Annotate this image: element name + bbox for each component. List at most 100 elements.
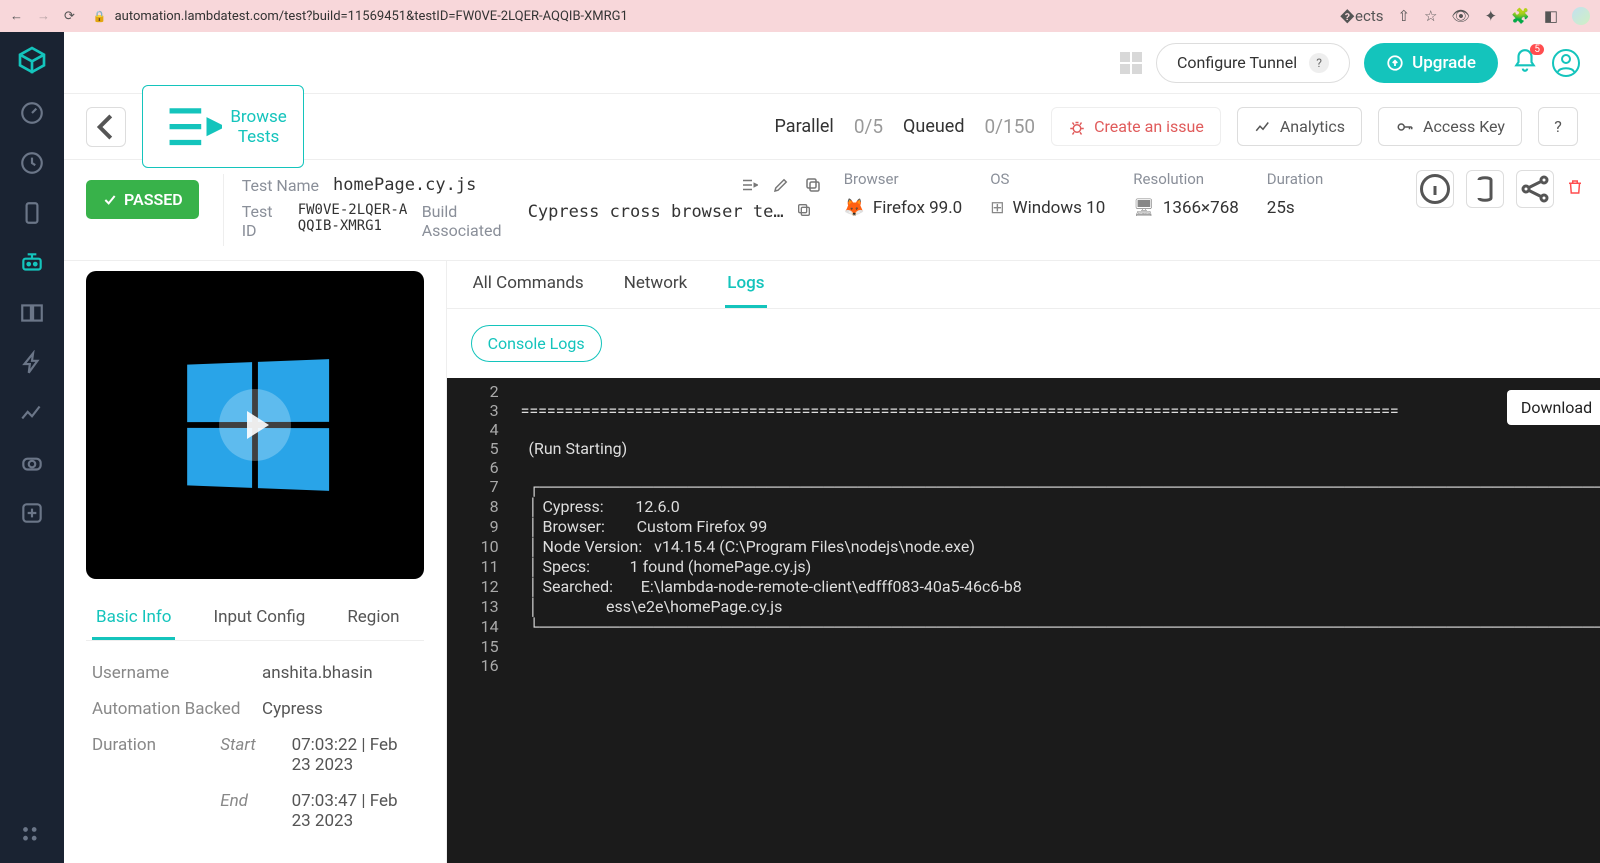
upgrade-label: Upgrade — [1412, 53, 1476, 73]
star-icon[interactable]: ☆ — [1424, 7, 1437, 25]
help-label: ? — [1554, 117, 1562, 136]
copy-build-icon[interactable] — [796, 202, 812, 222]
test-name-label: Test Name — [242, 176, 319, 195]
side-nav — [0, 32, 64, 863]
window-icon[interactable]: ◧ — [1544, 7, 1558, 25]
profile-avatar-icon[interactable] — [1552, 49, 1580, 77]
help-button[interactable]: ? — [1538, 107, 1578, 146]
share-test-icon[interactable] — [1516, 170, 1554, 208]
parallel-label: Parallel — [775, 116, 834, 137]
analytics-label: Analytics — [1280, 117, 1345, 136]
tab-input-config[interactable]: Input Config — [209, 597, 309, 640]
dashboard-icon[interactable] — [19, 100, 45, 126]
end-value: 07:03:47 | Feb 23 2023 — [292, 791, 418, 831]
back-button[interactable] — [86, 107, 126, 147]
username-label: Username — [92, 663, 262, 683]
automation-icon[interactable] — [19, 250, 45, 276]
action-bar: Browse Tests Parallel 0/5 Queued 0/150 C… — [64, 94, 1600, 160]
console-line: 9 │ Browser: Custom Firefox 99 — [447, 517, 1600, 537]
status-label: PASSED — [124, 190, 183, 209]
browser-chrome: ← → ⟳ 🔒 automation.lambdatest.com/test?b… — [0, 0, 1600, 32]
browse-tests-button[interactable]: Browse Tests — [142, 85, 304, 168]
info-icon[interactable] — [1416, 170, 1454, 208]
create-issue-label: Create an issue — [1094, 117, 1204, 136]
puzzle-icon[interactable]: 🧩 — [1511, 7, 1530, 25]
extension-icon[interactable]: ✦ — [1485, 7, 1498, 25]
info-table: Username anshita.bhasin Automation Backe… — [86, 641, 424, 853]
url-text: automation.lambdatest.com/test?build=115… — [115, 9, 628, 24]
resolution-value: 1366×768 — [1163, 196, 1239, 222]
performance-icon[interactable] — [19, 350, 45, 376]
lambdatest-logo-icon[interactable] — [16, 44, 48, 76]
edit-icon[interactable] — [772, 174, 790, 196]
browser-reload-icon[interactable]: ⟳ — [64, 9, 75, 24]
duration-label: Duration — [1267, 170, 1367, 188]
copy-icon[interactable] — [804, 174, 822, 196]
log-tabs: All Commands Network Logs — [447, 261, 1600, 309]
console-output: Download 23=============================… — [447, 378, 1600, 863]
status-badge: PASSED — [86, 180, 199, 219]
upgrade-button[interactable]: Upgrade — [1364, 43, 1498, 83]
history-icon[interactable] — [19, 150, 45, 176]
download-label: Download — [1521, 398, 1592, 417]
browser-label: Browser — [844, 170, 963, 188]
qr-icon[interactable]: �ects — [1340, 7, 1384, 25]
tab-all-commands[interactable]: All Commands — [471, 261, 586, 308]
start-label: Start — [220, 735, 271, 775]
video-player[interactable] — [86, 271, 424, 579]
tab-network[interactable]: Network — [622, 261, 690, 308]
console-line: 12 │ Searched: E:\lambda-node-remote-cli… — [447, 577, 1600, 597]
integrations-icon[interactable] — [19, 450, 45, 476]
console-line: 7 ┌─────────────────────────────────────… — [447, 477, 1600, 497]
test-id-label: Test ID — [242, 202, 286, 240]
tab-logs[interactable]: Logs — [725, 261, 766, 308]
url-bar[interactable]: 🔒 automation.lambdatest.com/test?build=1… — [89, 9, 1326, 24]
tab-basic-info[interactable]: Basic Info — [92, 597, 175, 640]
browser-avatar-icon[interactable] — [1572, 7, 1590, 25]
grid-menu-icon[interactable] — [1120, 52, 1142, 74]
analytics-icon[interactable] — [19, 400, 45, 426]
info-tabs: Basic Info Input Config Region — [86, 593, 424, 641]
access-key-button[interactable]: Access Key — [1378, 107, 1522, 146]
browser-value: Firefox 99.0 — [873, 196, 962, 222]
console-line: 4 — [447, 420, 1600, 439]
console-line: 13 │ ess\e2e\homePage.cy.js — [447, 597, 1600, 617]
console-logs-label: Console Logs — [488, 334, 585, 353]
list-icon[interactable] — [740, 174, 758, 196]
console-line: 15 — [447, 637, 1600, 656]
realtime-icon[interactable] — [19, 300, 45, 326]
monitor-icon: 🖥 — [1133, 196, 1155, 222]
notifications-count: 5 — [1530, 44, 1544, 55]
browser-back-icon[interactable]: ← — [10, 8, 23, 24]
download-button[interactable]: Download — [1507, 390, 1600, 425]
build-label: Build Associated — [422, 202, 516, 240]
delete-icon[interactable] — [1566, 178, 1584, 200]
console-line: 5 (Run Starting) — [447, 439, 1600, 458]
start-value: 07:03:22 | Feb 23 2023 — [292, 735, 418, 775]
left-panel: Basic Info Input Config Region Username … — [64, 261, 446, 863]
console-line: 2 — [447, 382, 1600, 401]
console-logs-button[interactable]: Console Logs — [471, 325, 602, 362]
link-icon[interactable] — [1466, 170, 1504, 208]
device-icon[interactable] — [19, 200, 45, 226]
play-button-icon[interactable] — [219, 389, 291, 461]
tab-region[interactable]: Region — [343, 597, 403, 640]
backed-value: Cypress — [262, 699, 323, 719]
configure-tunnel-button[interactable]: Configure Tunnel ? — [1156, 43, 1350, 83]
notifications-icon[interactable]: 5 — [1512, 48, 1538, 78]
console-line: 14 └────────────────────────────────────… — [447, 617, 1600, 637]
more-apps-icon[interactable] — [19, 823, 45, 849]
eye-icon[interactable]: 👁 — [1452, 7, 1471, 25]
share-icon[interactable]: ⇧ — [1397, 7, 1410, 25]
analytics-button[interactable]: Analytics — [1237, 107, 1362, 146]
test-details-header: PASSED Test Name homePage.cy.js — [64, 160, 1600, 261]
add-icon[interactable] — [19, 500, 45, 526]
console-line: 16 — [447, 656, 1600, 675]
end-label: End — [220, 791, 271, 831]
backed-label: Automation Backed — [92, 699, 262, 719]
parallel-value: 0/5 — [854, 115, 883, 138]
browser-forward-icon[interactable]: → — [37, 8, 50, 24]
tunnel-help-icon[interactable]: ? — [1309, 53, 1329, 73]
create-issue-button[interactable]: Create an issue — [1051, 107, 1221, 146]
os-value: Windows 10 — [1012, 196, 1105, 222]
